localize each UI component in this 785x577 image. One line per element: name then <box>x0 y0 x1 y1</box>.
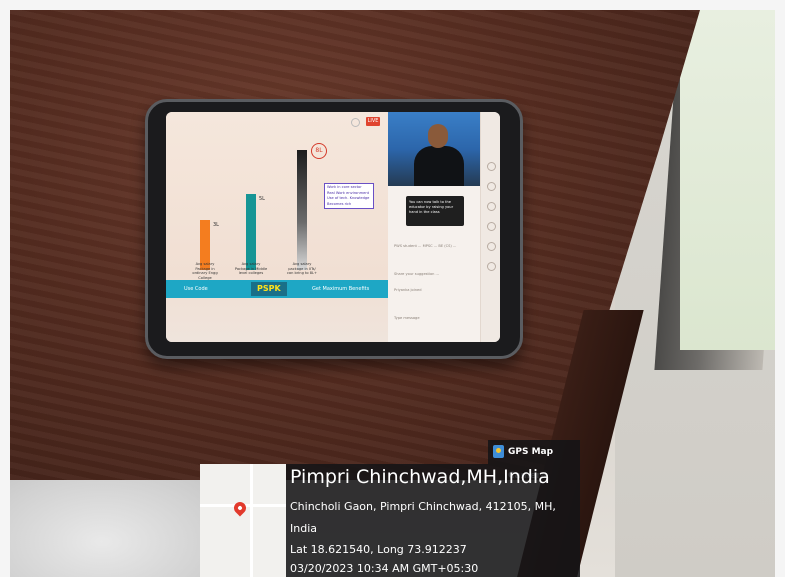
chart-bar <box>297 150 307 270</box>
legend-item: Becomes rich <box>327 201 352 206</box>
tooltip-line: hand in the class <box>409 210 440 214</box>
phone: LIVE 3L Avg salary Package in ordinary En… <box>145 99 523 359</box>
more-icon[interactable] <box>487 242 496 251</box>
bar-value: 8L <box>311 143 327 159</box>
stamp-country: India <box>290 522 317 535</box>
side-rail <box>480 112 500 342</box>
menu-icon[interactable] <box>487 222 496 231</box>
chat-icon[interactable] <box>487 182 496 191</box>
legend-item: Use of tech. Knowledge <box>327 196 370 201</box>
live-badge: LIVE <box>366 117 380 126</box>
stamp-datetime: 03/20/2023 10:34 AM GMT+05:30 <box>290 562 479 575</box>
banner-left: Use Code <box>184 286 208 292</box>
bar-value: 5L <box>259 196 265 202</box>
banner-right: Get Maximum Benefits <box>312 286 370 292</box>
tooltip-line: You can now talk to the <box>409 200 451 204</box>
bar-value: 3L <box>213 222 219 228</box>
bar-label: Avg salary Package in ordinary Engg Coll… <box>192 262 218 280</box>
chat-message: PWS student ... MPSC ... BE (CS) ... <box>394 244 457 248</box>
educator-body <box>414 146 464 186</box>
raise-hand-tooltip: You can now talk to the educator by rais… <box>406 196 464 226</box>
phone-screen: LIVE 3L Avg salary Package in ordinary En… <box>166 112 500 342</box>
gps-camera-icon <box>493 445 504 458</box>
share-icon[interactable] <box>487 262 496 271</box>
window-glass <box>680 10 775 350</box>
lecture-slide: LIVE 3L Avg salary Package in ordinary En… <box>166 112 388 342</box>
gps-app-tag: GPS Map Camera <box>488 440 580 481</box>
promo-code: PSPK <box>251 282 287 296</box>
chat-message: Share your suggestion ... <box>394 272 439 276</box>
stamp-coords: Lat 18.621540, Long 73.912237 <box>290 543 467 556</box>
stamp-address: Chincholi Gaon, Pimpri Chinchwad, 412105… <box>290 500 556 513</box>
chat-message: Priyanka joined <box>394 288 422 292</box>
bar-label: Avg salary package in IITs/ can bring to… <box>286 262 318 276</box>
promo-banner: Use Code PSPK Get Maximum Benefits <box>166 280 388 298</box>
map-pin-icon <box>231 499 249 517</box>
chart-bar <box>246 194 256 270</box>
educator-head <box>428 124 448 148</box>
slide-toolbar: LIVE <box>166 112 388 136</box>
slide-legend: Work in core sector Real Work environmen… <box>324 183 374 210</box>
map-thumbnail <box>200 464 286 577</box>
bar-label: Avg salary Package in Middle level colle… <box>234 262 268 276</box>
info-icon[interactable] <box>487 202 496 211</box>
chat-panel: You can now talk to the educator by rais… <box>388 186 480 342</box>
educator-video <box>388 112 480 186</box>
hand-icon[interactable] <box>487 162 496 171</box>
settings-icon[interactable] <box>351 118 360 127</box>
chat-input[interactable]: Type message <box>394 316 420 320</box>
stamp-title: Pimpri Chinchwad,MH,India <box>290 466 550 488</box>
